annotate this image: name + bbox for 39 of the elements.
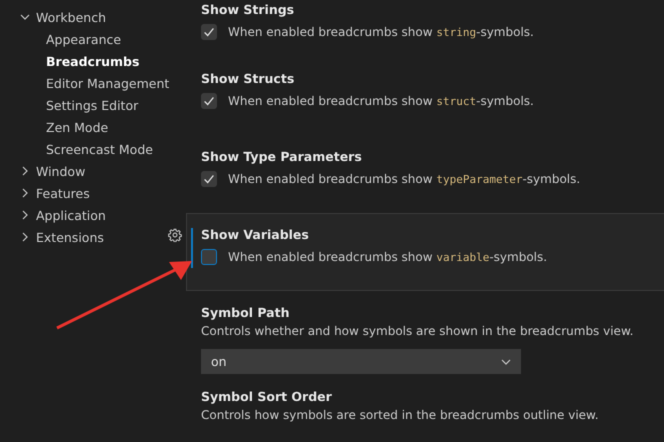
chevron-icon[interactable] <box>20 12 30 22</box>
tree-item[interactable]: Screencast Mode <box>46 142 153 156</box>
check-icon <box>202 94 216 108</box>
tree-item[interactable]: Editor Management <box>46 76 170 90</box>
tree-item[interactable]: Zen Mode <box>46 120 108 134</box>
tree-item[interactable]: Workbench <box>36 10 106 24</box>
checkbox[interactable] <box>201 93 217 109</box>
setting-description: When enabled breadcrumbs show string-symbols. <box>228 25 534 39</box>
check-icon <box>202 172 216 186</box>
setting-description: When enabled breadcrumbs show typeParameter-symbols. <box>228 172 580 186</box>
setting-description: Controls whether and how symbols are shown in the breadcrumbs view. <box>201 323 634 340</box>
setting-title: Symbol Path <box>201 304 290 321</box>
chevron-icon <box>501 356 511 366</box>
check-icon <box>202 25 216 39</box>
setting-title: Show Structs <box>201 70 296 87</box>
setting-title: Show Strings <box>201 1 296 18</box>
checkbox[interactable] <box>201 171 217 187</box>
focus-indicator <box>191 228 193 268</box>
chevron-icon[interactable] <box>20 210 30 220</box>
settings-icon[interactable] <box>168 228 182 242</box>
tree-item[interactable]: Window <box>36 164 86 178</box>
setting-title: Show Type Parameters <box>201 148 363 165</box>
checkbox[interactable] <box>201 249 217 265</box>
tree-item[interactable]: Settings Editor <box>46 98 138 112</box>
checkbox[interactable] <box>201 24 217 40</box>
dropdown[interactable]: on <box>201 349 521 374</box>
setting-description: Controls how symbols are sorted in the breadcrumbs outline view. <box>201 407 600 424</box>
setting-title: Show Variables <box>201 226 310 243</box>
setting-description: When enabled breadcrumbs show variable-symbols. <box>228 250 548 264</box>
chevron-icon[interactable] <box>20 188 30 198</box>
chevron-icon[interactable] <box>20 166 30 176</box>
tree-item[interactable]: Application <box>36 208 106 222</box>
setting-description: When enabled breadcrumbs show struct-symbols. <box>228 94 534 108</box>
chevron-icon[interactable] <box>20 232 30 242</box>
setting-title: Symbol Sort Order <box>201 388 333 405</box>
tree-item[interactable]: Appearance <box>46 32 122 46</box>
tree-item[interactable]: Extensions <box>36 230 104 244</box>
tree-item[interactable]: Features <box>36 186 90 200</box>
tree-item[interactable]: Breadcrumbs <box>46 54 140 68</box>
